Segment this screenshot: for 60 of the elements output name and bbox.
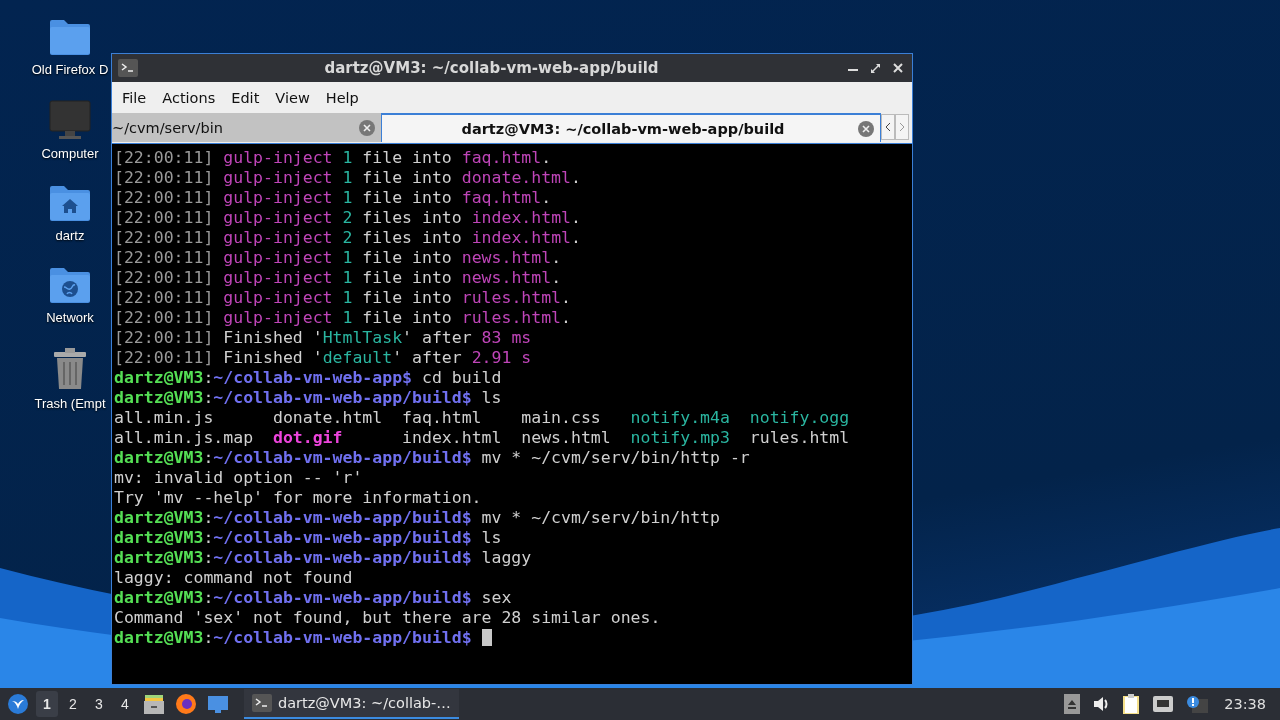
desktop-icon-label[interactable]: dartz <box>55 228 85 243</box>
menu-item[interactable]: View <box>267 89 318 106</box>
terminal-line: dartz@VM3:~/collab-vm-web-app/build$ ls <box>114 388 503 408</box>
close-tab-button[interactable] <box>359 119 375 136</box>
task-button[interactable]: dartz@VM3: ~/collab-… <box>244 689 459 719</box>
desktop-icon-label[interactable]: Computer <box>41 146 99 161</box>
terminal-line: [22:00:11] gulp-inject 1 file into rules.html. <box>114 308 572 328</box>
terminal-line: Command 'sex' not found, but there are 28 similar ones. <box>114 608 662 628</box>
terminal-line: laggy: command not found <box>114 568 354 588</box>
scroll-left-button[interactable] <box>881 114 895 140</box>
close-icon <box>893 63 903 73</box>
close-icon <box>862 124 870 133</box>
terminal-line: [22:00:11] gulp-inject 1 file into rules.html. <box>114 288 572 308</box>
terminal-line: [22:00:11] gulp-inject 1 file into news.html. <box>114 268 563 288</box>
home-folder-icon <box>49 184 91 222</box>
terminal-line: mv: invalid option -- 'r' <box>114 468 364 488</box>
network-folder-icon <box>49 266 91 304</box>
terminal-line: dartz@VM3:~/collab-vm-web-app$ cd build <box>114 368 503 388</box>
menu-item[interactable]: Edit <box>223 89 268 106</box>
terminal-line: [22:00:11] Finished 'HtmlTask' after 83 ms <box>114 328 533 348</box>
chevron-left-icon <box>885 122 891 132</box>
terminal-line: [22:00:11] gulp-inject 1 file into faq.html. <box>114 188 553 208</box>
desktop-icon-label[interactable]: Network <box>46 310 94 325</box>
maximize-icon <box>870 62 881 74</box>
workspace-button[interactable]: 1 <box>36 691 58 717</box>
terminal-icon <box>118 59 138 77</box>
workspace-button[interactable]: 4 <box>114 691 136 717</box>
desktop-icon-label[interactable]: Old Firefox D <box>31 62 109 77</box>
window-title: dartz@VM3: ~/collab-vm-web-app/build <box>323 59 660 77</box>
terminal-line: [22:00:11] gulp-inject 1 file into donate.html. <box>114 168 582 188</box>
workspace-button[interactable]: 3 <box>88 691 110 717</box>
menu-item[interactable]: Actions <box>154 89 224 106</box>
menu-item[interactable]: File <box>114 89 155 106</box>
terminal-line: [22:00:11] gulp-inject 2 files into index.html. <box>114 228 582 248</box>
terminal-line: dartz@VM3:~/collab-vm-web-app/build$ mv * ~/cvm/serv/bin/http -r <box>114 448 751 468</box>
terminal-line: dartz@VM3:~/collab-vm-web-app/build$ <box>114 628 910 648</box>
terminal-icon <box>252 694 272 712</box>
chevron-right-icon <box>899 122 905 132</box>
terminal-line: dartz@VM3:~/collab-vm-web-app/build$ sex <box>114 588 513 608</box>
desktop-icon-label[interactable]: Trash (Empt <box>34 396 106 411</box>
terminal-line: all.min.js.map dot.gif index.html news.html notify.mp3 rules.html <box>114 428 851 448</box>
tab[interactable]: dartz@VM3: ~/collab-vm-web-app/build <box>381 113 881 142</box>
terminal-line: [22:00:11] Finished 'default' after 2.91 s <box>114 348 533 368</box>
terminal-line: [22:00:11] gulp-inject 1 file into news.html. <box>114 248 563 268</box>
terminal-line: dartz@VM3:~/collab-vm-web-app/build$ ls <box>114 528 503 548</box>
terminal-line: dartz@VM3:~/collab-vm-web-app/build$ laggy <box>114 548 533 568</box>
terminal-line: Try 'mv --help' for more information. <box>114 488 483 508</box>
menu-item[interactable]: Help <box>317 89 367 106</box>
workspace-button[interactable]: 2 <box>62 691 84 717</box>
terminal-line: all.min.js donate.html faq.html main.css notify.m4a notify.ogg <box>114 408 851 428</box>
monitor-icon <box>49 100 91 140</box>
trash-icon <box>52 348 88 390</box>
terminal-line: [22:00:11] gulp-inject 2 files into index.html. <box>114 208 582 228</box>
terminal-line: dartz@VM3:~/collab-vm-web-app/build$ mv * ~/cvm/serv/bin/http <box>114 508 721 528</box>
clock: 23:38 <box>1223 696 1267 712</box>
close-tab-button[interactable] <box>858 120 874 137</box>
close-icon <box>363 123 371 132</box>
terminal-line: [22:00:11] gulp-inject 1 file into faq.html. <box>114 148 553 168</box>
tab[interactable]: ~/cvm/serv/bin <box>112 113 381 142</box>
folder-icon <box>49 18 91 56</box>
